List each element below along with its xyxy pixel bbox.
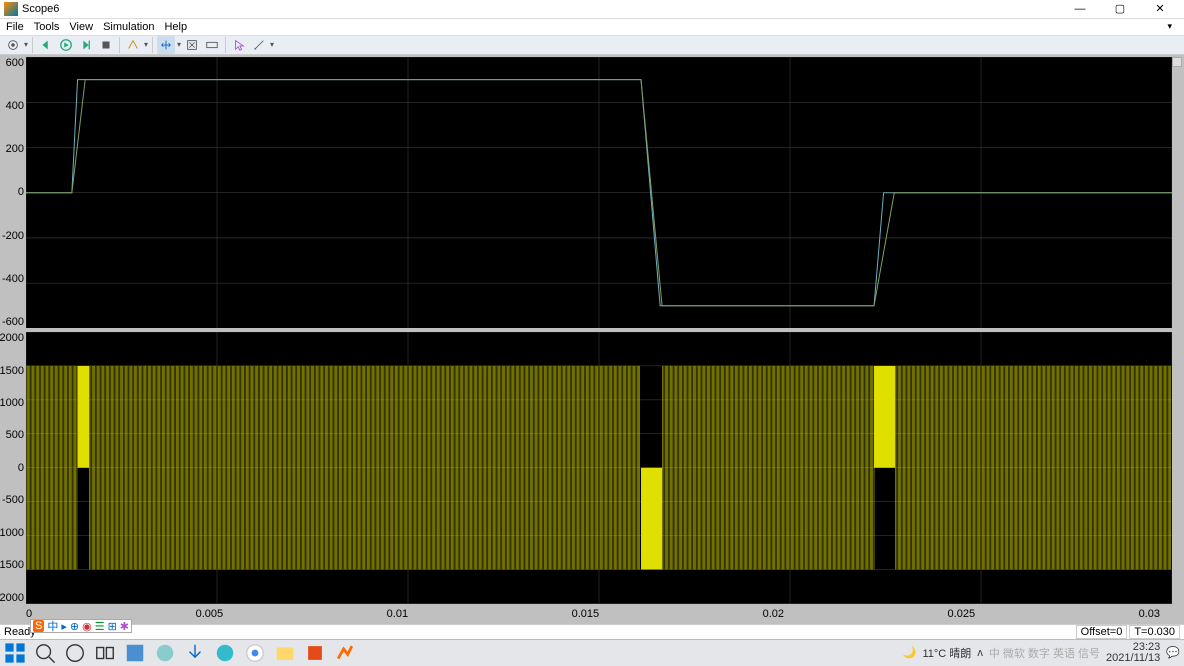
ime-icon-1[interactable]: ▸ [61, 620, 67, 633]
close-button[interactable]: ✕ [1140, 2, 1180, 15]
step-back-button[interactable] [37, 36, 55, 54]
dropdown3-icon[interactable]: ▾ [177, 40, 181, 49]
menu-file[interactable]: File [6, 21, 24, 33]
menu-simulation[interactable]: Simulation [103, 21, 154, 33]
autoscale-button[interactable] [203, 36, 221, 54]
cursor-button[interactable] [230, 36, 248, 54]
weather-text[interactable]: 11°C 晴朗 [922, 645, 971, 661]
stop-button[interactable] [97, 36, 115, 54]
status-offset: Offset=0 [1076, 625, 1128, 639]
plot-2-canvas[interactable] [26, 332, 1172, 603]
x-axis: 0 0.005 0.01 0.015 0.02 0.025 0.03 [2, 608, 1162, 622]
ime-bar[interactable]: S 中 ▸ ⊕ ◉ ☰ ⊞ ✱ [30, 619, 132, 633]
app-icon [4, 2, 18, 16]
app-edge-icon[interactable] [214, 642, 236, 664]
search-button[interactable] [34, 642, 56, 664]
ime-icon-2[interactable]: ⊕ [70, 620, 79, 633]
app-dl-icon[interactable] [184, 642, 206, 664]
plot-2[interactable]: 2000 1500 1000 500 0 -500 -1000 -1500 -2… [2, 332, 1172, 603]
app-explorer-icon[interactable] [274, 642, 296, 664]
highlight-button[interactable] [124, 36, 142, 54]
zoom-xy-button[interactable] [157, 36, 175, 54]
menu-help[interactable]: Help [164, 21, 187, 33]
status-time: T=0.030 [1129, 625, 1180, 639]
ime-icon-5[interactable]: ⊞ [108, 620, 117, 633]
taskview-button[interactable] [94, 642, 116, 664]
status-bar: Ready Offset=0 T=0.030 [0, 624, 1184, 639]
dropdown4-icon[interactable]: ▾ [270, 40, 274, 49]
dropdown-icon[interactable]: ▾ [24, 40, 28, 49]
scope-area: 600 400 200 0 -200 -400 -600 2000 1500 1… [0, 55, 1184, 624]
measure-button[interactable] [250, 36, 268, 54]
menu-dropdown-icon[interactable]: ▾ [1167, 21, 1178, 32]
step-fwd-button[interactable] [77, 36, 95, 54]
maximize-button[interactable]: ▢ [1100, 2, 1140, 15]
minimize-button[interactable]: — [1060, 3, 1100, 15]
scrollbar-handle[interactable] [1172, 57, 1182, 67]
plot-container: 600 400 200 0 -200 -400 -600 2000 1500 1… [2, 57, 1182, 622]
app-calc-icon[interactable] [124, 642, 146, 664]
weather-icon[interactable]: 🌙 [903, 646, 917, 659]
menu-view[interactable]: View [69, 21, 93, 33]
toolbar: ▾ ▾ ▾ ▾ [0, 36, 1184, 55]
dropdown2-icon[interactable]: ▾ [144, 40, 148, 49]
app-chrome-icon[interactable] [244, 642, 266, 664]
zoom-fit-button[interactable] [183, 36, 201, 54]
run-button[interactable] [57, 36, 75, 54]
ime-icon-6[interactable]: ✱ [120, 620, 129, 633]
ime-icon-3[interactable]: ◉ [82, 620, 92, 633]
cortana-button[interactable] [64, 642, 86, 664]
menu-bar: File Tools View Simulation Help ▾ [0, 19, 1184, 36]
ime-icon-4[interactable]: ☰ [95, 620, 105, 633]
app-office-icon[interactable] [304, 642, 326, 664]
app-matlab-icon[interactable] [334, 642, 356, 664]
menu-tools[interactable]: Tools [34, 21, 60, 33]
plot-1[interactable]: 600 400 200 0 -200 -400 -600 [2, 57, 1172, 328]
tray-hint: 中 微软 数字 英语 信号 [989, 645, 1100, 661]
window-title: Scope6 [22, 3, 1060, 15]
settings-button[interactable] [4, 36, 22, 54]
taskbar: 🌙 11°C 晴朗 ʌ 中 微软 数字 英语 信号 23:23 2021/11/… [0, 639, 1184, 666]
ime-logo-icon[interactable]: S [33, 620, 44, 632]
title-bar: Scope6 — ▢ ✕ [0, 0, 1184, 19]
plot-1-canvas[interactable] [26, 57, 1172, 328]
ime-lang[interactable]: 中 [47, 618, 58, 634]
start-button[interactable] [4, 642, 26, 664]
notifications-icon[interactable]: 💬 [1166, 646, 1180, 659]
app-paint-icon[interactable] [154, 642, 176, 664]
clock[interactable]: 23:23 2021/11/13 [1106, 642, 1160, 664]
plot-2-y-axis: 2000 1500 1000 500 0 -500 -1000 -1500 -2… [2, 332, 26, 603]
plot-1-y-axis: 600 400 200 0 -200 -400 -600 [2, 57, 26, 328]
tray-chevron-icon[interactable]: ʌ [977, 647, 983, 659]
taskbar-right: 🌙 11°C 晴朗 ʌ 中 微软 数字 英语 信号 23:23 2021/11/… [903, 642, 1180, 664]
